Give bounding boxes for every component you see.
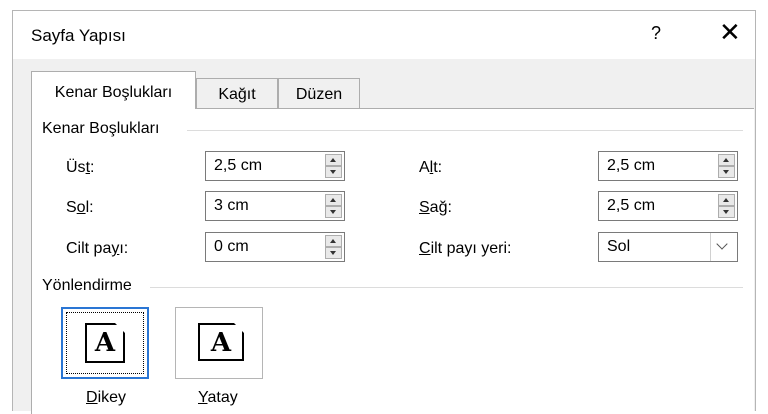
tab-paper[interactable]: Kağıt	[196, 78, 278, 108]
arrow-down-icon	[330, 210, 336, 214]
arrow-up-icon	[330, 198, 336, 202]
landscape-page-icon: A	[198, 323, 244, 361]
arrow-up-icon	[723, 158, 729, 162]
tab-margins[interactable]: Kenar Boşlukları	[31, 71, 196, 109]
margins-divider	[187, 130, 743, 131]
landscape-icon-letter: A	[210, 328, 232, 358]
gutter-spinner[interactable]: 0 cm	[205, 232, 345, 262]
right-margin-spinner[interactable]: 2,5 cm	[598, 191, 738, 221]
top-margin-value[interactable]: 2,5 cm	[214, 157, 262, 175]
portrait-label[interactable]: Dikey	[86, 389, 126, 407]
portrait-option[interactable]: A	[61, 307, 149, 379]
tab-panel-margins: Kenar Boşlukları Üst: 2,5 cm Sol: 3 cm C…	[31, 108, 754, 414]
bottom-margin-label: Alt:	[419, 159, 443, 176]
gutter-position-dropdown-button[interactable]	[710, 233, 737, 261]
landscape-label[interactable]: Yatay	[198, 389, 238, 407]
left-margin-increment-button[interactable]	[325, 194, 342, 206]
arrow-down-icon	[330, 251, 336, 255]
tab-margins-label: Kenar Boşlukları	[54, 84, 173, 101]
orientation-section-label: Yönlendirme	[42, 277, 132, 294]
arrow-up-icon	[330, 158, 336, 162]
gutter-increment-button[interactable]	[325, 235, 342, 247]
top-margin-increment-button[interactable]	[325, 154, 342, 166]
chevron-down-icon	[716, 238, 728, 250]
bottom-margin-decrement-button[interactable]	[718, 166, 735, 178]
page-setup-dialog: Sayfa Yapısı ? ✕ Kenar Boşlukları Kağıt …	[12, 10, 756, 414]
arrow-up-icon	[723, 198, 729, 202]
right-margin-decrement-button[interactable]	[718, 206, 735, 218]
gutter-decrement-button[interactable]	[325, 247, 342, 259]
orientation-divider	[150, 287, 743, 288]
bottom-margin-value[interactable]: 2,5 cm	[607, 157, 655, 175]
gutter-value[interactable]: 0 cm	[214, 238, 249, 256]
right-margin-increment-button[interactable]	[718, 194, 735, 206]
right-margin-label: Sağ:	[419, 199, 452, 216]
margins-section-label: Kenar Boşlukları	[42, 120, 160, 137]
help-button[interactable]: ?	[651, 23, 661, 44]
close-button[interactable]: ✕	[719, 19, 741, 45]
gutter-position-label: Cilt payı yeri:	[419, 240, 512, 257]
left-margin-value[interactable]: 3 cm	[214, 197, 249, 215]
gutter-position-value: Sol	[607, 238, 631, 255]
arrow-up-icon	[330, 239, 336, 243]
bottom-margin-increment-button[interactable]	[718, 154, 735, 166]
left-margin-label: Sol:	[66, 199, 94, 216]
gutter-label: Cilt payı:	[66, 240, 129, 257]
tab-layout[interactable]: Düzen	[278, 78, 360, 108]
left-margin-spinner[interactable]: 3 cm	[205, 191, 345, 221]
top-margin-spinner[interactable]: 2,5 cm	[205, 151, 345, 181]
left-margin-decrement-button[interactable]	[325, 206, 342, 218]
bottom-margin-spinner[interactable]: 2,5 cm	[598, 151, 738, 181]
top-margin-label: Üst:	[66, 159, 95, 176]
gutter-position-select[interactable]: Sol	[598, 232, 738, 262]
landscape-option[interactable]: A	[175, 307, 263, 379]
top-margin-decrement-button[interactable]	[325, 166, 342, 178]
arrow-down-icon	[723, 170, 729, 174]
tab-layout-label: Düzen	[295, 86, 343, 103]
arrow-down-icon	[330, 170, 336, 174]
title-bar: Sayfa Yapısı ? ✕	[13, 11, 755, 59]
dialog-title: Sayfa Yapısı	[31, 26, 126, 45]
portrait-icon-letter: A	[94, 328, 116, 358]
right-margin-value[interactable]: 2,5 cm	[607, 197, 655, 215]
arrow-down-icon	[723, 210, 729, 214]
portrait-page-icon: A	[85, 323, 125, 363]
tab-paper-label: Kağıt	[218, 86, 256, 103]
